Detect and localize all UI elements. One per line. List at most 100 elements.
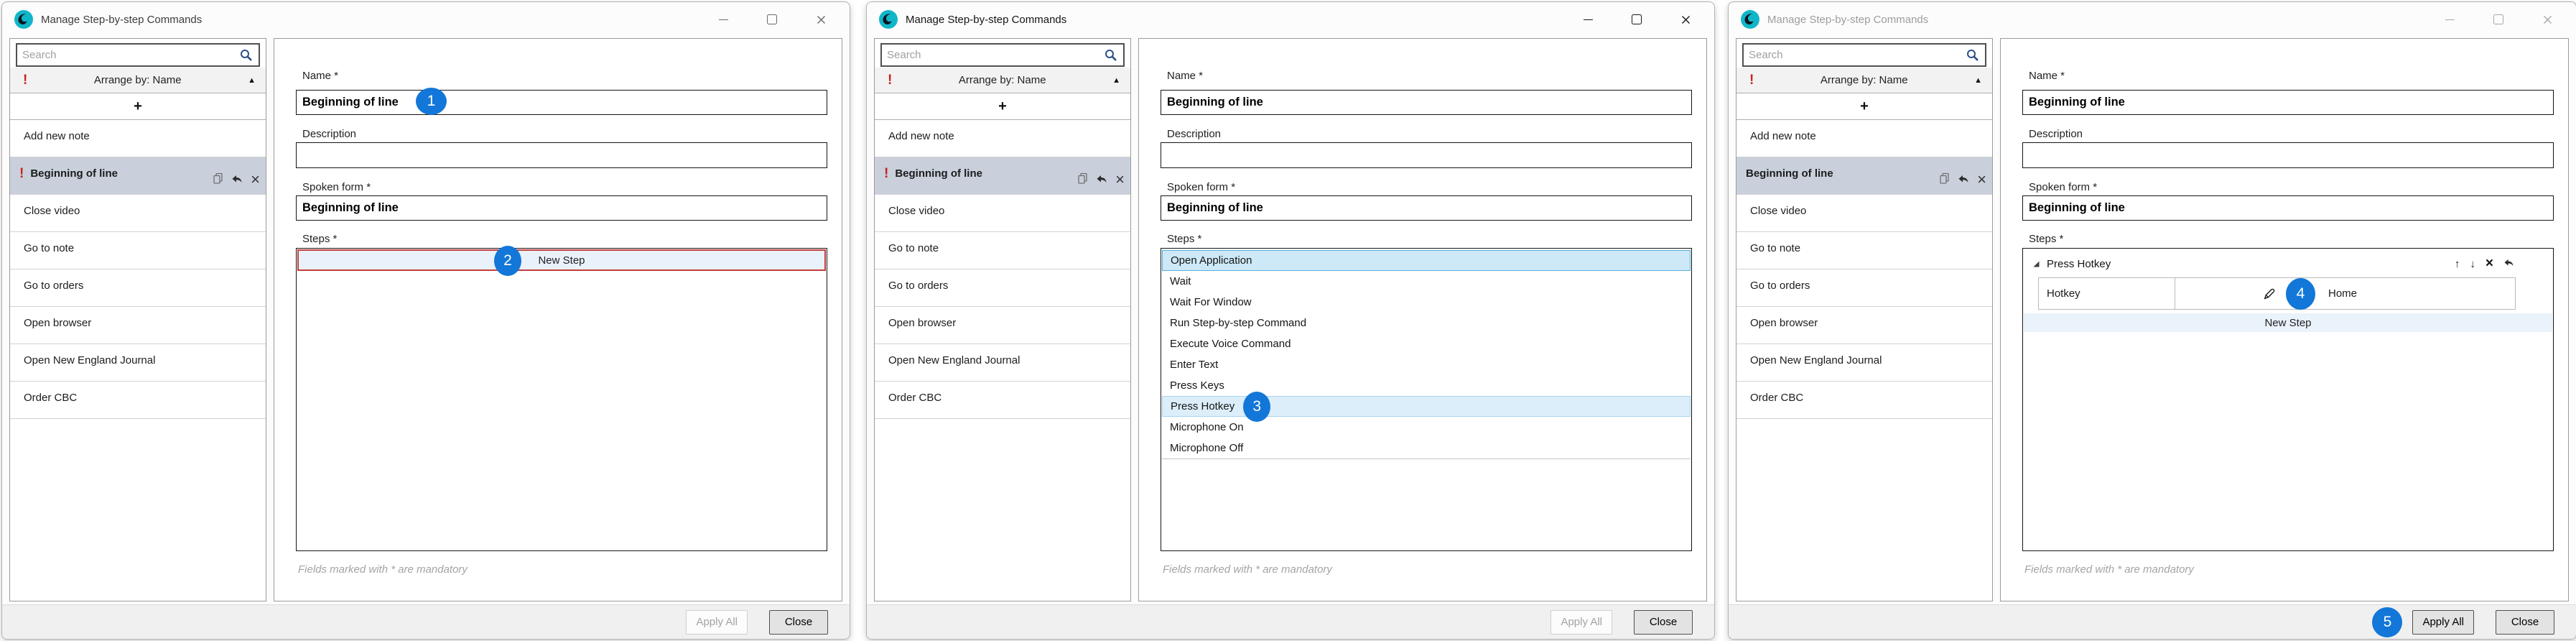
step-type-option[interactable]: Press Keys [1162,375,1691,396]
copy-command-icon[interactable] [213,172,223,187]
close-dialog-button[interactable]: Close [2496,610,2554,635]
dragon-app-icon [879,10,898,29]
close-window-button[interactable] [2523,2,2572,37]
description-field[interactable] [2022,142,2554,168]
search-input[interactable] [17,49,240,61]
apply-all-button[interactable]: Apply All [1550,610,1612,635]
step-header-press-hotkey[interactable]: Press Hotkey ↑ ↓ × [2024,254,2552,273]
add-command-button[interactable]: + [10,93,266,120]
command-item[interactable]: Close video [10,195,266,232]
step-type-option-selected[interactable]: Open Application [1162,250,1691,271]
add-command-button[interactable]: + [875,93,1130,120]
title-bar[interactable]: Manage Step-by-step Commands [1729,2,2576,37]
step-type-option[interactable]: Enter Text [1162,354,1691,375]
command-item[interactable]: Order CBC [10,382,266,419]
command-item[interactable]: Open New England Journal [10,344,266,382]
minimize-button[interactable] [2425,2,2474,37]
undo-step-icon[interactable] [2503,257,2514,270]
command-item[interactable]: Go to orders [10,269,266,307]
command-item-actions: × [1939,172,1986,187]
apply-all-button[interactable]: Apply All [2412,610,2474,635]
command-item-selected[interactable]: Beginning of line × [1736,157,1992,195]
maximize-button[interactable] [1612,2,1661,37]
step-type-option[interactable]: Wait For Window [1162,292,1691,313]
command-item-selected[interactable]: ! Beginning of line × [10,157,266,195]
move-step-up-icon[interactable]: ↑ [2455,259,2460,269]
name-field[interactable]: Beginning of line [2022,90,2554,115]
manage-commands-window-1: Manage Step-by-step Commands ! Arrange b… [1,1,850,640]
title-bar[interactable]: Manage Step-by-step Commands [2,2,850,37]
maximize-button[interactable] [2474,2,2523,37]
arrange-by-row[interactable]: ! Arrange by: Name ▲ [875,68,1130,93]
step-type-option-label: Press Hotkey [1171,400,1234,412]
command-item[interactable]: Add new note [875,120,1130,157]
undo-command-icon[interactable] [1958,174,1969,186]
arrange-by-row[interactable]: ! Arrange by: Name ▲ [1736,68,1992,93]
undo-command-icon[interactable] [231,174,243,186]
move-step-down-icon[interactable]: ↓ [2470,259,2475,269]
maximize-button[interactable] [748,2,796,37]
step-type-option-highlighted[interactable]: Press Hotkey 3 [1162,396,1691,417]
delete-command-icon[interactable]: × [251,175,260,185]
spoken-form-field[interactable]: Beginning of line [296,195,827,221]
delete-command-icon[interactable]: × [1977,175,1986,185]
command-item[interactable]: Open New England Journal [1736,344,1992,382]
command-item[interactable]: Go to note [1736,232,1992,269]
step-toolbar: ↑ ↓ × [2455,257,2514,270]
minimize-button[interactable] [1563,2,1612,37]
spoken-form-field[interactable]: Beginning of line [1161,195,1692,221]
spoken-form-field[interactable]: Beginning of line [2022,195,2554,221]
command-item[interactable]: Add new note [1736,120,1992,157]
command-item[interactable]: Close video [1736,195,1992,232]
new-step-row[interactable]: 2 New Step [297,249,826,271]
copy-command-icon[interactable] [1077,172,1088,187]
commands-sidebar: ! Arrange by: Name ▲ + Add new note ! Be… [874,38,1131,601]
add-command-button[interactable]: + [1736,93,1992,120]
step-type-option[interactable]: Run Step-by-step Command [1162,313,1691,333]
description-field[interactable] [296,142,827,168]
apply-all-button[interactable]: Apply All [686,610,748,635]
undo-command-icon[interactable] [1096,174,1107,186]
close-window-button[interactable] [796,2,845,37]
command-item[interactable]: Add new note [10,120,266,157]
command-detail-panel: Name * Beginning of line 1 Description S… [274,38,842,601]
command-item[interactable]: Open browser [875,307,1130,344]
step-type-option[interactable]: Wait [1162,271,1691,292]
delete-command-icon[interactable]: × [1115,175,1125,185]
command-item-actions: × [213,172,260,187]
command-item[interactable]: Go to orders [1736,269,1992,307]
command-item[interactable]: Go to note [875,232,1130,269]
callout-3-badge: 3 [1243,392,1270,422]
name-field[interactable]: Beginning of line [1161,90,1692,115]
command-item[interactable]: Order CBC [875,382,1130,419]
command-item-selected[interactable]: ! Beginning of line × [875,157,1130,195]
command-item[interactable]: Close video [875,195,1130,232]
name-label: Name * [1167,70,1203,82]
command-item[interactable]: Open browser [1736,307,1992,344]
step-type-option[interactable]: Microphone Off [1162,438,1691,458]
screenshot-canvas: Manage Step-by-step Commands ! Arrange b… [0,0,2576,641]
search-input[interactable] [882,49,1105,61]
copy-command-icon[interactable] [1939,172,1950,187]
step-type-option[interactable]: Execute Voice Command [1162,333,1691,354]
step-type-option[interactable]: Microphone On [1162,417,1691,438]
collapse-step-icon[interactable] [2032,260,2040,268]
minimize-button[interactable] [699,2,748,37]
close-dialog-button[interactable]: Close [1634,610,1693,635]
search-input[interactable] [1744,49,1966,61]
arrange-by-row[interactable]: ! Arrange by: Name ▲ [10,68,266,93]
name-field[interactable]: Beginning of line 1 [296,90,827,115]
title-bar[interactable]: Manage Step-by-step Commands [867,2,1714,37]
delete-step-icon[interactable]: × [2486,259,2493,269]
close-dialog-button[interactable]: Close [769,610,828,635]
command-item[interactable]: Go to note [10,232,266,269]
close-window-button[interactable] [1661,2,1710,37]
command-item[interactable]: Open New England Journal [875,344,1130,382]
dragon-app-icon [1741,10,1759,29]
command-item[interactable]: Order CBC [1736,382,1992,419]
description-field[interactable] [1161,142,1692,168]
new-step-row[interactable]: New Step [2024,313,2552,332]
command-item[interactable]: Go to orders [875,269,1130,307]
command-item[interactable]: Open browser [10,307,266,344]
edit-hotkey-icon[interactable] [2261,287,2276,300]
